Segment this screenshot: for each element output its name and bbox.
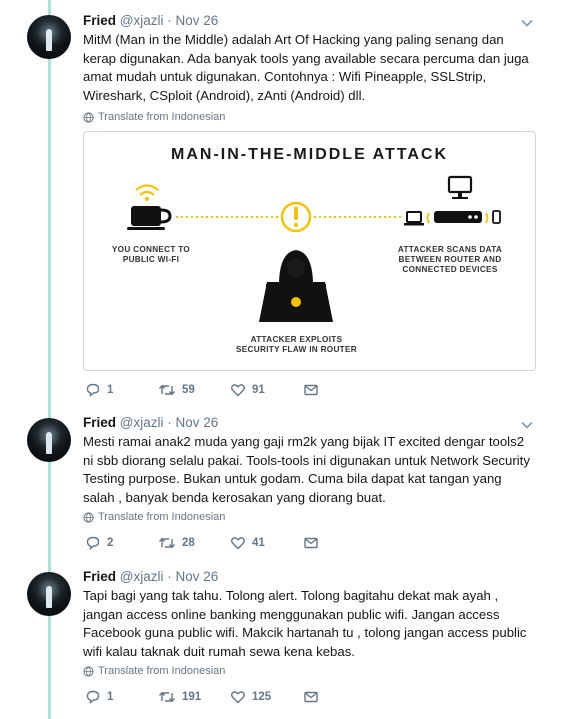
translate-label: Translate from Indonesian [98, 111, 226, 123]
globe-icon [83, 665, 94, 677]
direct-message-button[interactable] [303, 382, 319, 398]
author-handle[interactable]: @xjazli [120, 13, 164, 28]
retweet-icon [158, 384, 176, 396]
tweet-header: Fried @xjazli · Nov 26 [83, 415, 218, 430]
author-handle[interactable]: @xjazli [120, 569, 164, 584]
retweet-count: 59 [182, 384, 195, 396]
like-count: 91 [252, 384, 265, 396]
heart-icon [231, 537, 245, 550]
envelope-icon [304, 384, 318, 396]
retweet-count: 28 [182, 537, 195, 549]
retweet-button[interactable]: 59 [158, 382, 195, 398]
reply-count: 2 [107, 537, 114, 549]
chevron-down-icon[interactable] [520, 418, 534, 432]
tweet-actions: 1 59 91 [85, 382, 325, 402]
tweet-text: Mesti ramai anak2 muda yang gaji rm2k ya… [83, 434, 530, 505]
reply-icon [86, 383, 100, 397]
reply-count: 1 [107, 691, 114, 703]
caption-attacker: ATTACKER EXPLOITS SECURITY FLAW IN ROUTE… [229, 335, 364, 355]
tweet-header: Fried @xjazli · Nov 26 [83, 569, 218, 584]
chevron-down-icon[interactable] [520, 16, 534, 30]
like-count: 41 [252, 537, 265, 549]
caption-attacker-line-2: SECURITY FLAW IN ROUTER [236, 345, 357, 354]
caption-user: YOU CONNECT TO PUBLIC WI-FI [106, 245, 196, 265]
media-image[interactable]: MAN-IN-THE-MIDDLE ATTACK YOU CONNECT TO … [83, 131, 536, 371]
laptop-icon [404, 211, 424, 226]
translate-link[interactable]: Translate from Indonesian [83, 111, 225, 123]
author-name[interactable]: Fried [83, 415, 116, 430]
caption-attacker-line-1: ATTACKER EXPLOITS [250, 335, 343, 344]
caption-router-line-3: CONNECTED DEVICES [402, 265, 498, 274]
tweet-text: Tapi bagi yang tak tahu. Tolong alert. T… [83, 588, 527, 659]
tweet-date[interactable]: · Nov 26 [167, 569, 218, 584]
wifi-dot [145, 197, 149, 201]
translate-label: Translate from Indonesian [98, 665, 226, 677]
author-name[interactable]: Fried [83, 13, 116, 28]
envelope-icon [304, 537, 318, 549]
caption-router: ATTACKER SCANS DATA BETWEEN ROUTER AND C… [390, 245, 510, 275]
avatar[interactable] [27, 15, 71, 59]
tweet-actions: 1 191 125 [85, 689, 325, 709]
wifi-icon [135, 184, 159, 196]
caption-user-line-2: PUBLIC WI-FI [122, 255, 180, 264]
reply-button[interactable]: 1 [85, 689, 113, 705]
heart-icon [231, 384, 245, 397]
author-handle[interactable]: @xjazli [120, 415, 164, 430]
caption-user-line-1: YOU CONNECT TO [111, 245, 191, 254]
globe-icon [83, 111, 94, 123]
retweet-button[interactable]: 191 [158, 689, 201, 705]
desktop-monitor-icon [447, 175, 473, 199]
avatar[interactable] [27, 418, 71, 462]
reply-icon [86, 536, 100, 550]
hooded-attacker-icon [259, 250, 333, 322]
reply-button[interactable]: 2 [85, 535, 113, 551]
envelope-icon [304, 691, 318, 703]
tweet-actions: 2 28 41 [85, 535, 325, 555]
retweet-button[interactable]: 28 [158, 535, 195, 551]
retweet-count: 191 [182, 691, 202, 703]
coffee-cup-icon [127, 206, 172, 230]
caption-router-line-1: ATTACKER SCANS DATA [397, 245, 503, 254]
retweet-icon [158, 691, 176, 703]
translate-link[interactable]: Translate from Indonesian [83, 511, 225, 523]
author-name[interactable]: Fried [83, 569, 116, 584]
tweet-date[interactable]: · Nov 26 [167, 415, 218, 430]
direct-message-button[interactable] [303, 535, 319, 551]
warning-icon [280, 201, 312, 233]
router-icon [434, 211, 482, 223]
like-count: 125 [252, 691, 272, 703]
reply-button[interactable]: 1 [85, 382, 113, 398]
tweet-text: MitM (Man in the Middle) adalah Art Of H… [83, 32, 529, 103]
like-button[interactable]: 41 [230, 535, 265, 551]
caption-router-line-2: BETWEEN ROUTER AND [398, 255, 502, 264]
reply-count: 1 [107, 384, 114, 396]
translate-label: Translate from Indonesian [98, 511, 226, 523]
like-button[interactable]: 125 [230, 689, 271, 705]
heart-icon [231, 691, 245, 704]
tweet-header: Fried @xjazli · Nov 26 [83, 13, 218, 28]
reply-icon [86, 690, 100, 704]
direct-message-button[interactable] [303, 689, 319, 705]
translate-link[interactable]: Translate from Indonesian [83, 665, 225, 677]
tweet-date[interactable]: · Nov 26 [167, 13, 218, 28]
avatar[interactable] [27, 572, 71, 616]
like-button[interactable]: 91 [230, 382, 265, 398]
retweet-icon [158, 537, 176, 549]
phone-icon [492, 210, 501, 224]
globe-icon [83, 511, 94, 523]
